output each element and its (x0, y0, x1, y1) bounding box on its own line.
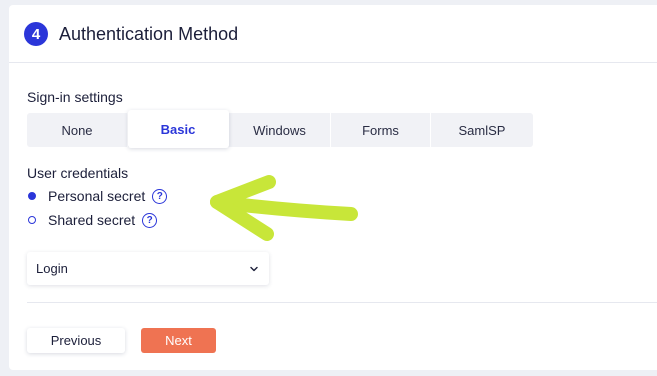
tab-basic[interactable]: Basic (128, 110, 229, 148)
radio-indicator-checked[interactable] (28, 192, 36, 200)
question-circle-icon[interactable]: ? (142, 212, 158, 228)
tab-none[interactable]: None (27, 113, 128, 147)
tab-windows[interactable]: Windows (229, 113, 331, 147)
signin-method-tabs: None Basic Windows Forms SamlSP (27, 110, 533, 148)
next-button[interactable]: Next (141, 328, 216, 353)
login-select[interactable]: Login (27, 252, 269, 285)
tab-samlsp[interactable]: SamlSP (431, 113, 533, 147)
login-select-value: Login (36, 261, 68, 276)
radio-shared-secret[interactable]: Shared secret ? (28, 212, 158, 228)
radio-indicator-unchecked[interactable] (28, 216, 36, 224)
radio-label-shared-secret: Shared secret (48, 212, 136, 228)
radio-personal-secret[interactable]: Personal secret ? (28, 188, 168, 204)
signin-settings-label: Sign-in settings (27, 89, 123, 105)
radio-label-personal-secret: Personal secret (48, 188, 146, 204)
footer-divider (27, 302, 657, 303)
user-credentials-label: User credentials (27, 165, 129, 181)
section-header: 4 Authentication Method (9, 5, 657, 63)
arrow-left-annotation (210, 175, 358, 241)
chevron-down-icon (250, 266, 258, 271)
previous-button[interactable]: Previous (27, 328, 125, 353)
step-number-badge: 4 (24, 22, 48, 46)
question-circle-icon[interactable]: ? (152, 188, 168, 204)
tab-forms[interactable]: Forms (331, 113, 431, 147)
section-title: Authentication Method (59, 24, 239, 44)
